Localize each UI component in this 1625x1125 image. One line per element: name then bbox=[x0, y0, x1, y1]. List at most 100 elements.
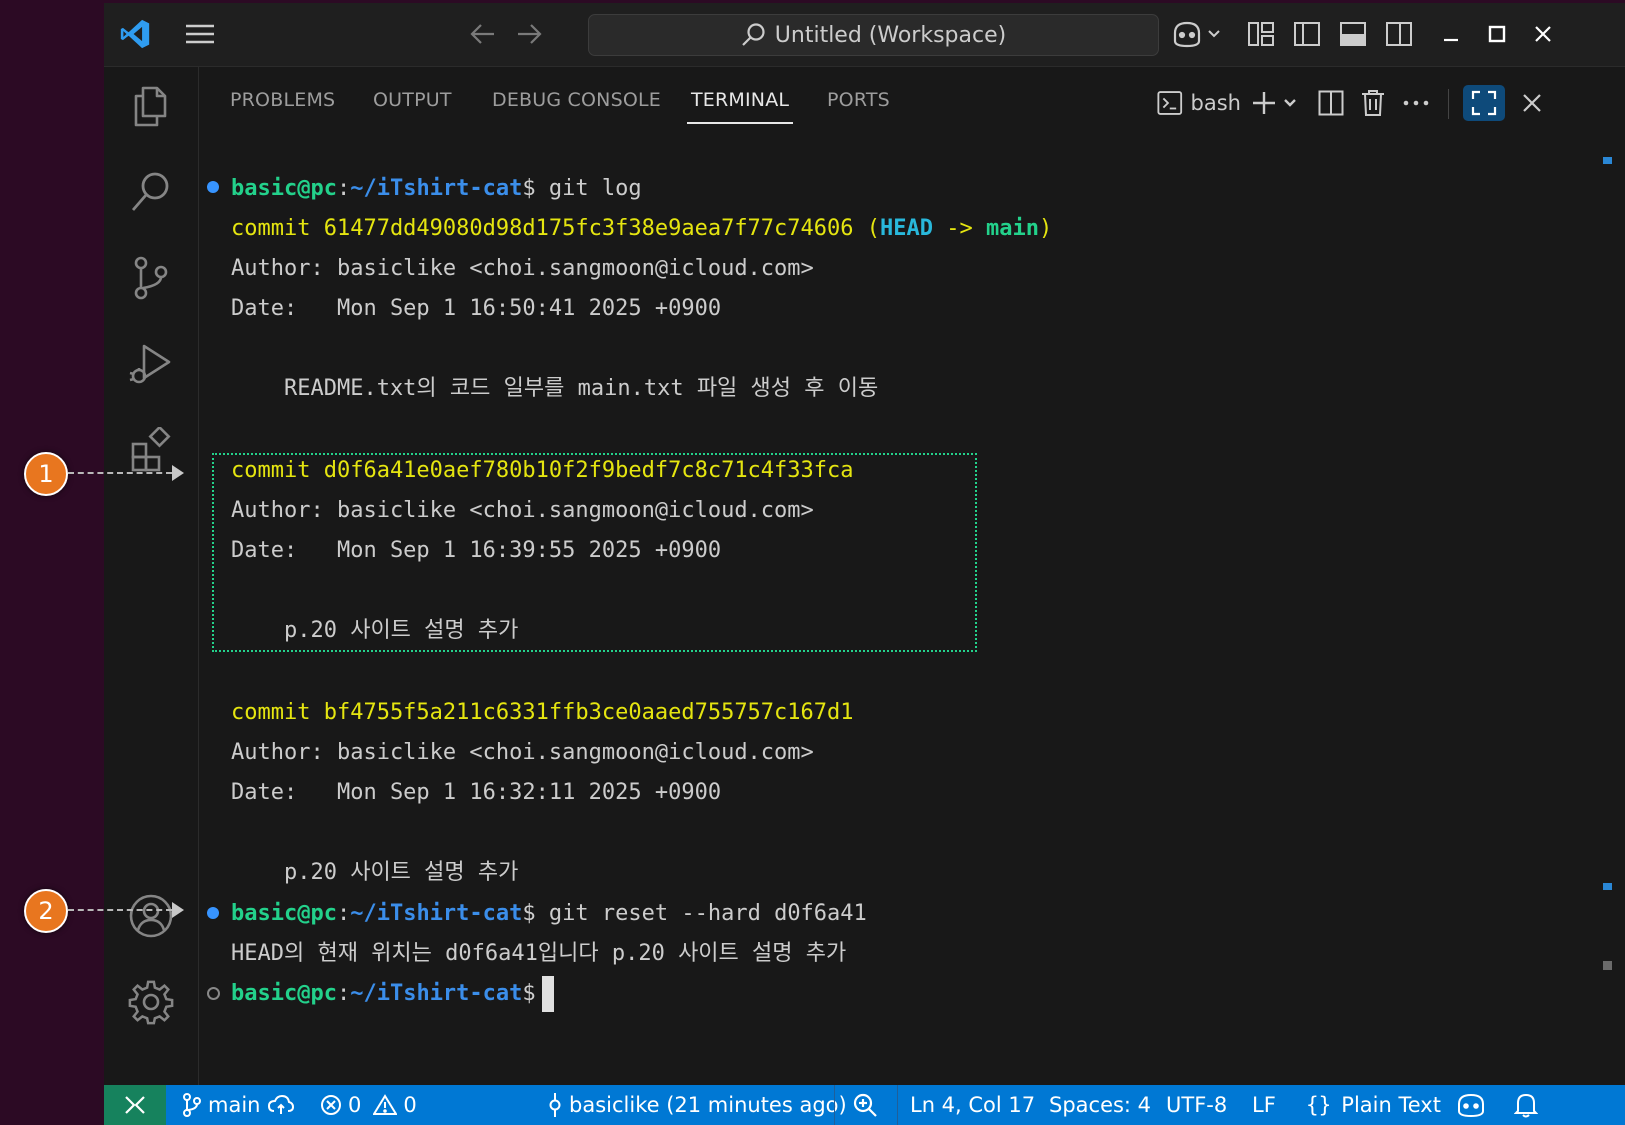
command-center-search[interactable]: Untitled (Workspace) bbox=[588, 14, 1159, 56]
search-icon[interactable] bbox=[124, 165, 178, 219]
panel-tabs: PROBLEMS OUTPUT DEBUG CONSOLE TERMINAL P… bbox=[199, 67, 1625, 133]
vscode-logo-icon bbox=[116, 17, 154, 51]
tab-ports[interactable]: PORTS bbox=[827, 89, 890, 111]
git-blame-status[interactable]: basiclike (21 minutes ago) bbox=[547, 1085, 847, 1125]
commit-hash-line: commit 61477dd49080d98d175fc3f38e9aea7f7… bbox=[231, 216, 1053, 241]
indentation-status[interactable]: Spaces: 4 bbox=[1049, 1085, 1151, 1125]
toolbar-divider bbox=[1448, 89, 1449, 119]
close-panel-icon[interactable] bbox=[1515, 85, 1549, 121]
more-actions-icon[interactable] bbox=[1397, 85, 1435, 121]
language-mode[interactable]: {} Plain Text bbox=[1306, 1085, 1441, 1125]
terminal-output[interactable]: basic@pc:~/iTshirt-cat$ git log commit 6… bbox=[199, 157, 1595, 1085]
annotation-arrow-1 bbox=[172, 465, 184, 481]
error-count: 0 bbox=[348, 1093, 362, 1117]
plus-chevron-icon bbox=[1253, 92, 1296, 114]
status-divider bbox=[897, 1085, 898, 1125]
git-branch-icon bbox=[183, 1093, 201, 1117]
scrollbar-marker bbox=[1603, 883, 1612, 890]
prompt-line-git-log: basic@pc:~/iTshirt-cat$ git log bbox=[231, 176, 642, 201]
annotation-connector-2 bbox=[68, 909, 172, 911]
toggle-primary-sidebar-icon[interactable] bbox=[1290, 17, 1324, 51]
search-icon bbox=[742, 23, 765, 46]
commit-author-line: Author: basiclike <choi.sangmoon@icloud.… bbox=[231, 498, 814, 523]
new-terminal-button[interactable] bbox=[1249, 85, 1303, 121]
commit-date-line: Date: Mon Sep 1 16:50:41 2025 +0900 bbox=[231, 296, 722, 321]
status-bar: main 0 0 basiclike (21 minutes ago) Ln 4… bbox=[104, 1085, 1625, 1125]
sync-cloud-icon bbox=[268, 1094, 295, 1114]
terminal-profile-label: bash bbox=[1190, 91, 1241, 115]
toggle-secondary-sidebar-icon[interactable] bbox=[1382, 17, 1416, 51]
forward-arrow-icon[interactable] bbox=[512, 17, 546, 51]
braces-icon: {} bbox=[1306, 1093, 1332, 1117]
annotation-connector-1 bbox=[68, 472, 172, 474]
tab-debug-console[interactable]: DEBUG CONSOLE bbox=[492, 89, 661, 111]
warning-icon bbox=[373, 1094, 398, 1115]
annotation-arrow-2 bbox=[172, 902, 184, 918]
git-commit-icon bbox=[549, 1093, 561, 1117]
toggle-panel-icon[interactable] bbox=[1336, 17, 1370, 51]
problems-status[interactable]: 0 0 bbox=[320, 1085, 417, 1125]
explorer-icon[interactable] bbox=[124, 79, 178, 133]
remote-indicator-icon[interactable] bbox=[104, 1085, 166, 1125]
commit-hash-line: commit d0f6a41e0aef780b10f2f9bedf7c8c71c… bbox=[231, 458, 854, 483]
annotation-marker-2: 2 bbox=[24, 889, 68, 933]
prompt-line-current: basic@pc:~/iTshirt-cat$ bbox=[231, 974, 554, 1014]
command-pending-decoration[interactable] bbox=[207, 987, 220, 1000]
panel: PROBLEMS OUTPUT DEBUG CONSOLE TERMINAL P… bbox=[199, 67, 1625, 1085]
commit-hash-line: commit bf4755f5a211c6331ffb3ce0aaed75575… bbox=[231, 700, 854, 725]
run-and-debug-icon[interactable] bbox=[124, 337, 178, 391]
vscode-window: Untitled (Workspace) PROBLEMS OUTPUT DEB… bbox=[104, 3, 1625, 1125]
error-icon bbox=[321, 1095, 341, 1115]
minimize-icon[interactable] bbox=[1434, 17, 1468, 51]
customize-layout-icon[interactable] bbox=[1244, 17, 1278, 51]
close-window-icon[interactable] bbox=[1526, 17, 1560, 51]
menu-icon[interactable] bbox=[182, 17, 218, 51]
maximize-icon[interactable] bbox=[1480, 17, 1514, 51]
scrollbar-thumb[interactable] bbox=[1603, 961, 1612, 970]
terminal-profile-button[interactable]: bash bbox=[1157, 85, 1241, 121]
cursor-position[interactable]: Ln 4, Col 17 bbox=[910, 1085, 1035, 1125]
copilot-status-icon[interactable] bbox=[1456, 1085, 1492, 1125]
command-success-decoration[interactable] bbox=[207, 181, 219, 193]
trash-icon[interactable] bbox=[1355, 85, 1391, 121]
reset-output-line: HEAD의 현재 위치는 d0f6a41입니다 p.20 사이트 설명 추가 bbox=[231, 941, 847, 966]
title-bar: Untitled (Workspace) bbox=[104, 3, 1625, 67]
prompt-line-git-reset: basic@pc:~/iTshirt-cat$ git reset --hard… bbox=[231, 901, 867, 926]
tab-problems[interactable]: PROBLEMS bbox=[230, 89, 335, 111]
branch-status[interactable]: main bbox=[182, 1085, 300, 1125]
status-divider bbox=[834, 1085, 835, 1125]
terminal-icon bbox=[1157, 91, 1183, 115]
command-center-label: Untitled (Workspace) bbox=[774, 22, 1007, 48]
settings-gear-icon[interactable] bbox=[124, 975, 178, 1029]
language-label: Plain Text bbox=[1341, 1093, 1441, 1117]
activity-bar bbox=[104, 67, 199, 1085]
commit-message-line: README.txt의 코드 일부를 main.txt 파일 생성 후 이동 bbox=[231, 376, 879, 401]
zoom-icon[interactable] bbox=[852, 1085, 884, 1125]
branch-name: main bbox=[208, 1093, 261, 1117]
accounts-icon[interactable] bbox=[124, 889, 178, 943]
annotation-marker-1: 1 bbox=[24, 452, 68, 496]
commit-message-line: p.20 사이트 설명 추가 bbox=[231, 860, 519, 885]
notifications-bell-icon[interactable] bbox=[1514, 1085, 1544, 1125]
tab-output[interactable]: OUTPUT bbox=[373, 89, 452, 111]
terminal-scrollbar[interactable] bbox=[1603, 157, 1613, 1085]
scrollbar-marker bbox=[1603, 157, 1612, 164]
back-arrow-icon[interactable] bbox=[466, 17, 500, 51]
terminal-cursor bbox=[541, 976, 554, 1012]
extensions-icon[interactable] bbox=[124, 423, 178, 477]
split-terminal-icon[interactable] bbox=[1313, 85, 1349, 121]
source-control-icon[interactable] bbox=[124, 251, 178, 305]
eol-status[interactable]: LF bbox=[1252, 1085, 1276, 1125]
tab-terminal[interactable]: TERMINAL bbox=[686, 89, 794, 124]
commit-message-line: p.20 사이트 설명 추가 bbox=[231, 618, 519, 643]
maximize-panel-icon[interactable] bbox=[1463, 85, 1505, 121]
encoding-status[interactable]: UTF-8 bbox=[1166, 1085, 1227, 1125]
warning-count: 0 bbox=[403, 1093, 417, 1117]
commit-author-line: Author: basiclike <choi.sangmoon@icloud.… bbox=[231, 740, 814, 765]
copilot-menu-icon[interactable] bbox=[1169, 17, 1225, 51]
command-success-decoration[interactable] bbox=[207, 907, 219, 919]
blame-text: basiclike (21 minutes ago) bbox=[569, 1093, 847, 1117]
commit-date-line: Date: Mon Sep 1 16:39:55 2025 +0900 bbox=[231, 538, 722, 563]
commit-date-line: Date: Mon Sep 1 16:32:11 2025 +0900 bbox=[231, 780, 722, 805]
commit-author-line: Author: basiclike <choi.sangmoon@icloud.… bbox=[231, 256, 814, 281]
